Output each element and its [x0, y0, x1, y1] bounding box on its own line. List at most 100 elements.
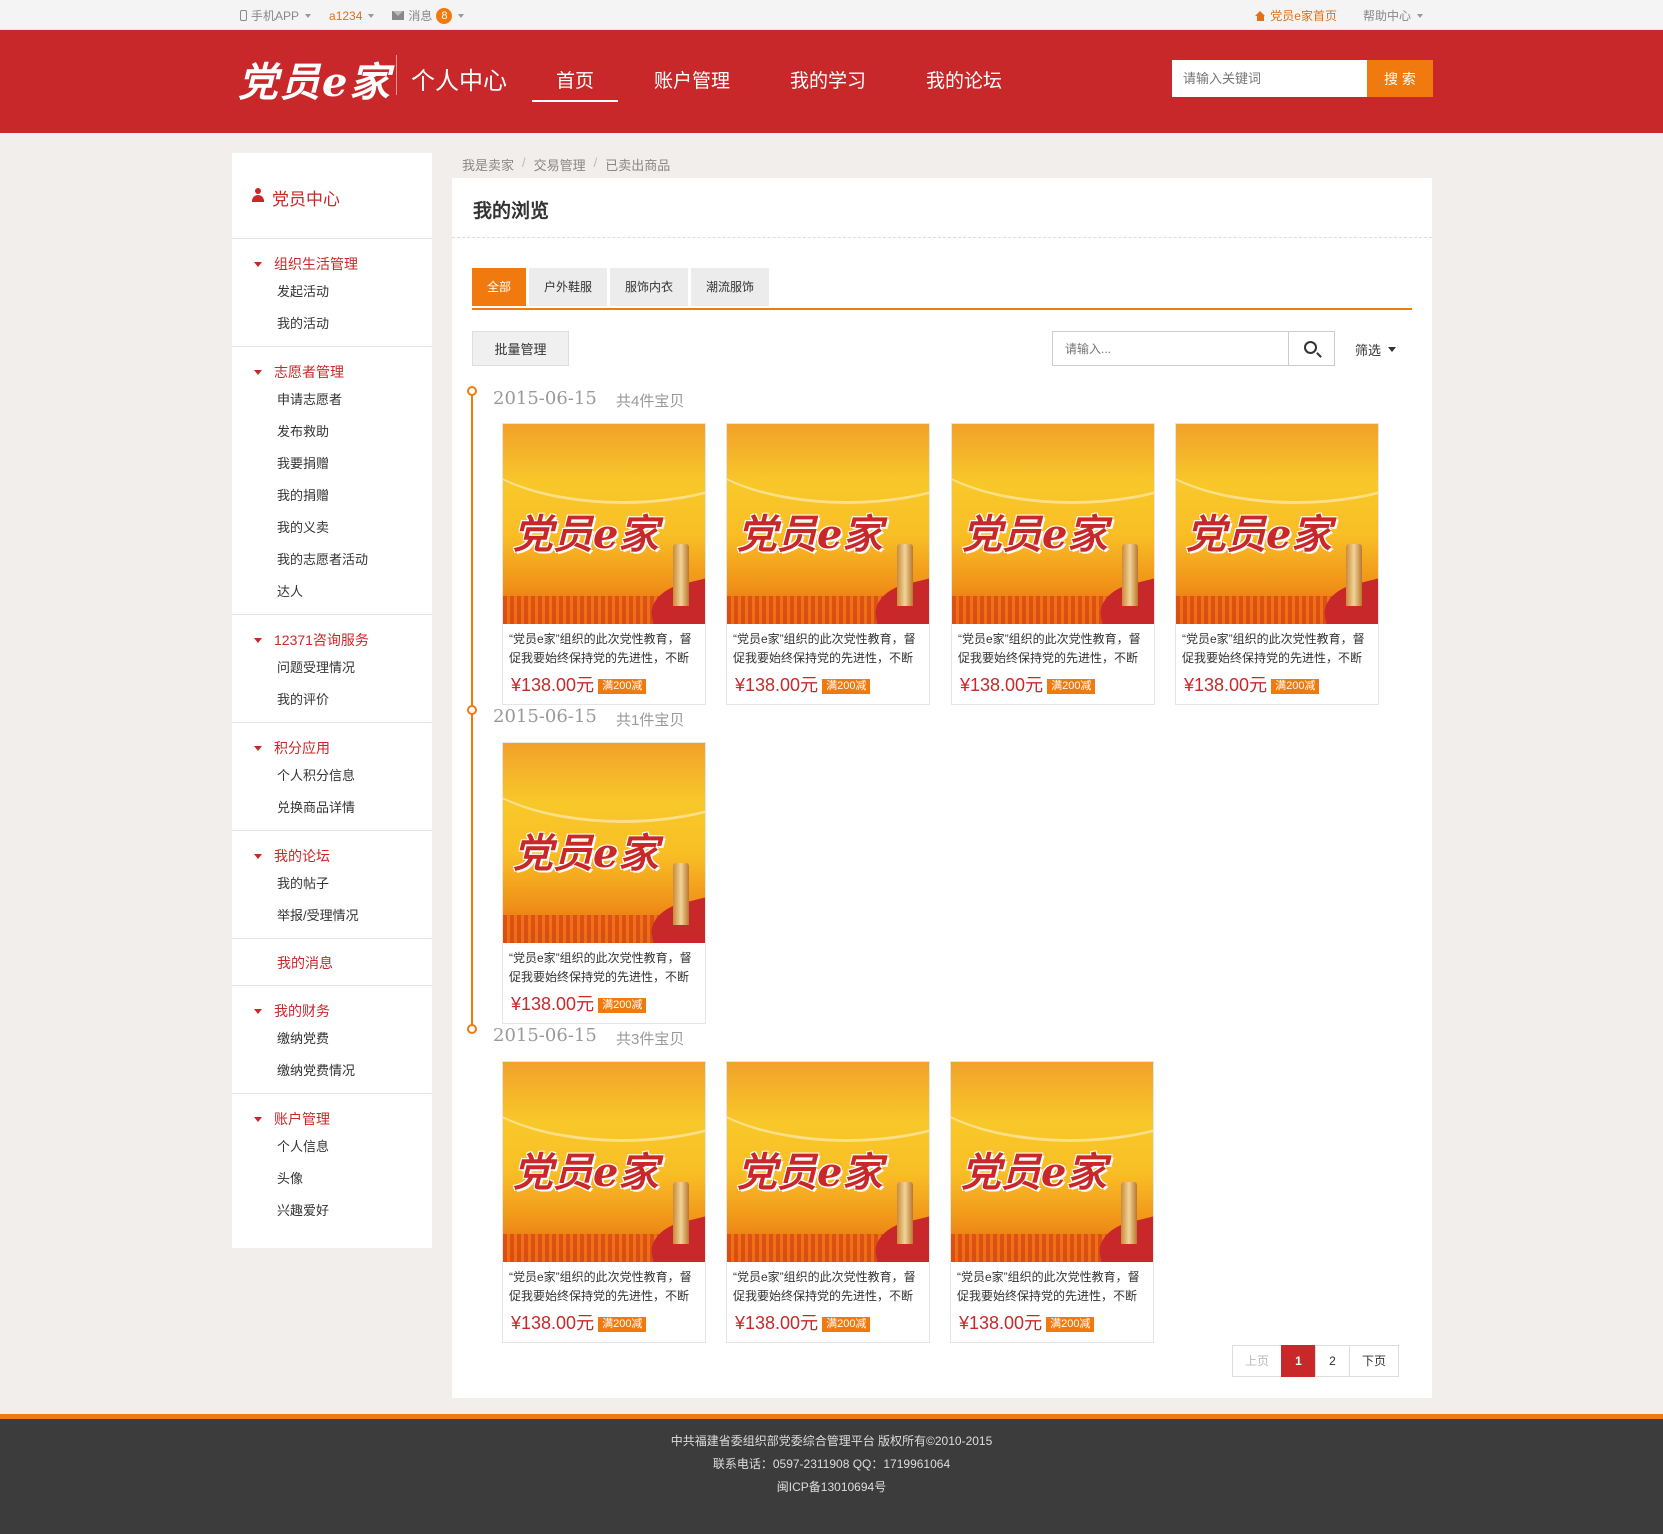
sidebar-title: 党员中心	[232, 153, 432, 239]
sidebar-item[interactable]: 个人信息	[232, 1131, 432, 1163]
product-card[interactable]: 党员e家 “党员e家”组织的此次党性教育，督促我要始终保持党的先进性，不断 ¥138…	[950, 1061, 1154, 1343]
main-nav: 首页 账户管理 我的学习 我的论坛	[532, 30, 1062, 133]
product-image[interactable]: 党员e家	[503, 743, 705, 943]
filter-dropdown[interactable]: 筛选	[1355, 340, 1397, 359]
product-description[interactable]: “党员e家”组织的此次党性教育，督促我要始终保持党的先进性，不断	[727, 624, 929, 670]
category-tabs: 全部 户外鞋服 服饰内衣 潮流服饰	[472, 268, 1412, 310]
tab-outdoor[interactable]: 户外鞋服	[529, 268, 608, 306]
product-image[interactable]: 党员e家	[952, 424, 1154, 624]
sidebar-group-title[interactable]: 志愿者管理	[232, 360, 432, 384]
filter-input[interactable]	[1052, 331, 1289, 366]
home-link[interactable]: 党员e家首页	[1255, 7, 1337, 24]
prev-page-button[interactable]: 上页	[1232, 1345, 1282, 1377]
breadcrumb-separator: /	[522, 155, 526, 170]
sidebar-item[interactable]: 我的志愿者活动	[232, 544, 432, 576]
product-card[interactable]: 党员e家 “党员e家”组织的此次党性教育，督促我要始终保持党的先进性，不断 ¥138…	[502, 742, 706, 1024]
product-description[interactable]: “党员e家”组织的此次党性教育，督促我要始终保持党的先进性，不断	[727, 1262, 929, 1308]
sidebar-item[interactable]: 兑换商品详情	[232, 792, 432, 824]
sidebar-item[interactable]: 达人	[232, 576, 432, 608]
product-image[interactable]: 党员e家	[951, 1062, 1153, 1262]
user-icon	[252, 188, 264, 202]
next-page-button[interactable]: 下页	[1349, 1345, 1399, 1377]
sidebar-group-title[interactable]: 我的论坛	[232, 844, 432, 868]
sidebar-group-title[interactable]: 我的财务	[232, 999, 432, 1023]
product-price-row: ¥138.00元 满200减	[951, 1309, 1153, 1335]
product-card[interactable]: 党员e家 “党员e家”组织的此次党性教育，督促我要始终保持党的先进性，不断 ¥138…	[502, 423, 706, 705]
page-title: 我的浏览	[452, 178, 1432, 238]
sidebar-item[interactable]: 兴趣爱好	[232, 1195, 432, 1227]
filter-search-button[interactable]	[1289, 331, 1335, 366]
promo-badge: 满200减	[1046, 1316, 1095, 1332]
product-description[interactable]: “党员e家”组织的此次党性教育，督促我要始终保持党的先进性，不断	[503, 1262, 705, 1308]
product-description[interactable]: “党员e家”组织的此次党性教育，督促我要始终保持党的先进性，不断	[952, 624, 1154, 670]
image-pillar	[1346, 544, 1362, 606]
sidebar-item[interactable]: 头像	[232, 1163, 432, 1195]
tab-fashion[interactable]: 潮流服饰	[691, 268, 770, 306]
product-image[interactable]: 党员e家	[1176, 424, 1378, 624]
site-logo[interactable]: 党员e家	[238, 50, 391, 108]
product-image[interactable]: 党员e家	[727, 1062, 929, 1262]
user-menu[interactable]: a1234	[329, 9, 375, 23]
nav-forum[interactable]: 我的论坛	[926, 30, 1002, 102]
messages-menu[interactable]: 消息 8	[392, 7, 465, 24]
product-description[interactable]: “党员e家”组织的此次党性教育，督促我要始终保持党的先进性，不断	[503, 624, 705, 670]
product-card[interactable]: 党员e家 “党员e家”组织的此次党性教育，督促我要始终保持党的先进性，不断 ¥138…	[726, 423, 930, 705]
promo-badge: 满200减	[1271, 678, 1320, 694]
image-brand-text: 党员e家	[1186, 511, 1332, 558]
search-button[interactable]: 搜 索	[1367, 60, 1433, 97]
sidebar-group-title[interactable]: 12371咨询服务	[232, 628, 432, 652]
search-input[interactable]	[1172, 60, 1367, 97]
caret-down-icon	[368, 13, 375, 18]
sidebar-item[interactable]: 个人积分信息	[232, 760, 432, 792]
sidebar-item[interactable]: 问题受理情况	[232, 652, 432, 684]
sidebar-group-title[interactable]: 账户管理	[232, 1107, 432, 1131]
product-card[interactable]: 党员e家 “党员e家”组织的此次党性教育，督促我要始终保持党的先进性，不断 ¥138…	[951, 423, 1155, 705]
image-pillar	[1121, 1182, 1137, 1244]
image-swoosh	[503, 1062, 705, 1142]
sidebar-group-account: 账户管理 个人信息 头像 兴趣爱好	[232, 1094, 432, 1233]
group-count: 共3件宝贝	[616, 1031, 685, 1048]
product-image[interactable]: 党员e家	[503, 424, 705, 624]
product-image[interactable]: 党员e家	[727, 424, 929, 624]
tab-apparel[interactable]: 服饰内衣	[610, 268, 689, 306]
sidebar-group-title[interactable]: 组织生活管理	[232, 252, 432, 276]
product-description[interactable]: “党员e家”组织的此次党性教育，督促我要始终保持党的先进性，不断	[1176, 624, 1378, 670]
sidebar-item[interactable]: 我要捐赠	[232, 448, 432, 480]
image-swoosh	[1176, 424, 1378, 504]
sidebar-group-title[interactable]: 积分应用	[232, 736, 432, 760]
product-card[interactable]: 党员e家 “党员e家”组织的此次党性教育，督促我要始终保持党的先进性，不断 ¥138…	[502, 1061, 706, 1343]
sidebar-item[interactable]: 我的评价	[232, 684, 432, 716]
breadcrumb-item[interactable]: 交易管理	[534, 155, 586, 174]
sidebar-item[interactable]: 举报/受理情况	[232, 900, 432, 932]
sidebar-item[interactable]: 缴纳党费情况	[232, 1055, 432, 1087]
product-description[interactable]: “党员e家”组织的此次党性教育，督促我要始终保持党的先进性，不断	[951, 1262, 1153, 1308]
sidebar-item-messages[interactable]: 我的消息	[232, 951, 432, 975]
help-center-menu[interactable]: 帮助中心	[1363, 7, 1423, 24]
sidebar-item[interactable]: 缴纳党费	[232, 1023, 432, 1055]
product-price-row: ¥138.00元 满200减	[503, 671, 705, 697]
batch-manage-button[interactable]: 批量管理	[472, 331, 569, 366]
breadcrumb-item[interactable]: 我是卖家	[462, 155, 514, 174]
header-search: 搜 索	[1172, 60, 1433, 97]
tab-all[interactable]: 全部	[472, 268, 527, 306]
page-1-button[interactable]: 1	[1281, 1345, 1316, 1377]
nav-learning[interactable]: 我的学习	[790, 30, 866, 102]
nav-account[interactable]: 账户管理	[654, 30, 730, 102]
product-image[interactable]: 党员e家	[503, 1062, 705, 1262]
sidebar-item[interactable]: 我的捐赠	[232, 480, 432, 512]
promo-badge: 满200减	[598, 997, 647, 1013]
sidebar-item[interactable]: 申请志愿者	[232, 384, 432, 416]
sidebar-item[interactable]: 发布救助	[232, 416, 432, 448]
message-count-badge: 8	[436, 7, 453, 24]
nav-home[interactable]: 首页	[532, 30, 619, 102]
mobile-app-menu[interactable]: 手机APP	[240, 7, 312, 24]
product-card[interactable]: 党员e家 “党员e家”组织的此次党性教育，督促我要始终保持党的先进性，不断 ¥138…	[1175, 423, 1379, 705]
product-card[interactable]: 党员e家 “党员e家”组织的此次党性教育，督促我要始终保持党的先进性，不断 ¥138…	[726, 1061, 930, 1343]
page-2-button[interactable]: 2	[1315, 1345, 1350, 1377]
group-date: 2015-06-15	[493, 706, 597, 727]
sidebar-item[interactable]: 我的义卖	[232, 512, 432, 544]
sidebar-item[interactable]: 我的帖子	[232, 868, 432, 900]
sidebar-item[interactable]: 我的活动	[232, 308, 432, 340]
product-description[interactable]: “党员e家”组织的此次党性教育，督促我要始终保持党的先进性，不断	[503, 943, 705, 989]
sidebar-item[interactable]: 发起活动	[232, 276, 432, 308]
